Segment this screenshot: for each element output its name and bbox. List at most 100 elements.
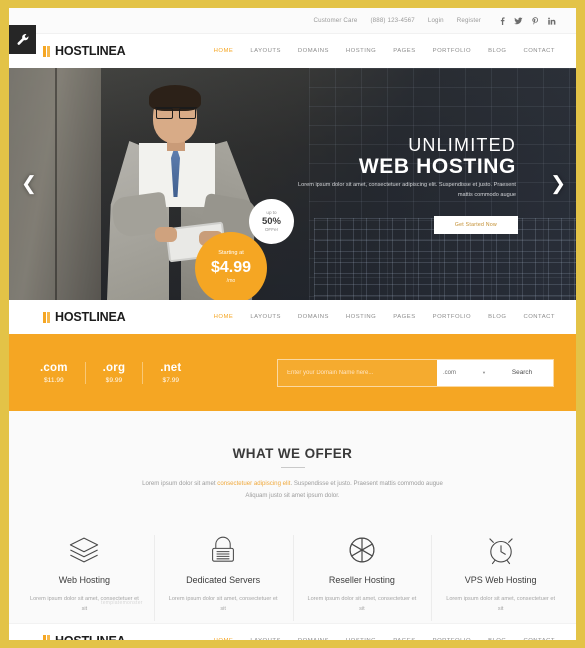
service-card-web-hosting[interactable]: Web Hosting Lorem ipsum dolor sit amet, … xyxy=(15,531,154,615)
twitter-icon[interactable] xyxy=(514,17,523,25)
service-title: Dedicated Servers xyxy=(186,575,261,585)
nav3-item-contact[interactable]: CONTACT xyxy=(523,638,555,641)
tld-name: .org xyxy=(102,361,126,374)
nav2-item-domains[interactable]: DOMAINS xyxy=(298,314,329,320)
nav2-item-portfolio[interactable]: PORTFOLIO xyxy=(433,314,471,320)
chevron-left-icon[interactable]: ❮ xyxy=(21,175,37,194)
tld-select-value: .com xyxy=(443,369,457,376)
nav3-item-portfolio[interactable]: PORTFOLIO xyxy=(433,638,471,641)
secondary-nav: HOME LAYOUTS DOMAINS HOSTING PAGES PORTF… xyxy=(197,314,555,320)
tld-select-dropdown[interactable]: .com ▼ xyxy=(437,359,491,386)
site-logo-secondary[interactable]: HOSTLINEA xyxy=(43,310,126,324)
price-badge-amount: $4.99 xyxy=(210,259,252,277)
nav-item-pages[interactable]: PAGES xyxy=(393,48,415,54)
price-badge: Starting at $4.99 /mo xyxy=(195,232,267,300)
service-card-reseller-hosting[interactable]: Reseller Hosting Lorem ipsum dolor sit a… xyxy=(292,531,432,621)
hero-paragraph: Lorem ipsum dolor sit amet, consectetuer… xyxy=(298,182,516,199)
hero-headline-line1: UNLIMITED xyxy=(408,135,516,155)
nav3-item-hosting[interactable]: HOSTING xyxy=(346,638,376,641)
hero-heading: UNLIMITED WEB HOSTING xyxy=(359,136,516,179)
social-links xyxy=(491,16,556,25)
nav2-item-hosting[interactable]: HOSTING xyxy=(346,314,376,320)
footer-navbar: HOSTLINEA HOME LAYOUTS DOMAINS HOSTING P… xyxy=(9,623,576,640)
logo-bars-icon xyxy=(43,45,51,57)
service-card-vps-web-hosting[interactable]: VPS Web Hosting Lorem ipsum dolor sit am… xyxy=(431,531,570,621)
lock-icon xyxy=(166,531,281,569)
price-badge-top: Starting at xyxy=(218,250,244,257)
nav2-item-blog[interactable]: BLOG xyxy=(488,314,506,320)
secondary-navbar: HOSTLINEA HOME LAYOUTS DOMAINS HOSTING P… xyxy=(9,300,576,334)
nav2-item-pages[interactable]: PAGES xyxy=(393,314,415,320)
domain-search-button[interactable]: Search xyxy=(491,359,553,386)
nav-item-blog[interactable]: BLOG xyxy=(488,48,506,54)
nav-item-contact[interactable]: CONTACT xyxy=(523,48,555,54)
chevron-down-icon: ▼ xyxy=(482,370,486,375)
primary-nav: HOME LAYOUTS DOMAINS HOSTING PAGES PORTF… xyxy=(197,48,555,54)
domain-search-group: .com ▼ Search xyxy=(277,358,554,387)
phone-number[interactable]: (888) 123-4567 xyxy=(370,17,414,24)
linkedin-icon[interactable] xyxy=(548,17,556,25)
nav-item-layouts[interactable]: LAYOUTS xyxy=(250,48,281,54)
tld-item-com: .com $11.99 xyxy=(31,361,86,384)
nav-item-hosting[interactable]: HOSTING xyxy=(346,48,376,54)
service-title: Web Hosting xyxy=(58,575,111,585)
customer-care-label: Customer Care xyxy=(313,17,358,24)
layers-icon xyxy=(27,531,142,569)
tld-name: .net xyxy=(160,361,182,374)
brand-name: HOSTLINEA xyxy=(55,310,126,324)
login-link[interactable]: Login xyxy=(428,17,444,24)
alarm-clock-icon xyxy=(443,531,558,569)
tld-name: .com xyxy=(40,361,68,374)
hero-cta-button[interactable]: Get Started Now xyxy=(433,216,518,234)
nav3-item-layouts[interactable]: LAYOUTS xyxy=(250,638,281,641)
site-frame: Customer Care (888) 123-4567 Login Regis… xyxy=(9,8,576,640)
nav2-item-layouts[interactable]: LAYOUTS xyxy=(250,314,281,320)
service-desc: Lorem ipsum dolor sit amet, consectetuer… xyxy=(29,596,139,613)
nav3-item-pages[interactable]: PAGES xyxy=(393,638,415,641)
brand-name: HOSTLINEA xyxy=(55,634,126,641)
tld-item-org: .org $9.99 xyxy=(86,361,144,384)
wrench-icon[interactable] xyxy=(9,25,36,54)
discount-badge-value: 50% xyxy=(261,215,281,227)
site-logo[interactable]: HOSTLINEA xyxy=(43,44,126,58)
domain-search-bar: .com $11.99 .org $9.99 .net $7.99 .com ▼ xyxy=(9,334,576,411)
nav3-item-domains[interactable]: DOMAINS xyxy=(298,638,329,641)
domain-search-input[interactable] xyxy=(278,359,437,386)
subtitle-highlight: consectetuer adipiscing elit xyxy=(217,480,291,487)
service-desc: Lorem ipsum dolor sit amet, consectetuer… xyxy=(446,596,556,613)
section-subtitle: Lorem ipsum dolor sit amet consectetuer … xyxy=(140,478,446,502)
subtitle-part1: Lorem ipsum dolor sit amet xyxy=(142,480,218,487)
aperture-icon xyxy=(305,531,420,569)
nav-item-domains[interactable]: DOMAINS xyxy=(298,48,329,54)
brand-name: HOSTLINEA xyxy=(55,44,126,58)
nav-item-portfolio[interactable]: PORTFOLIO xyxy=(433,48,471,54)
tld-price: $9.99 xyxy=(105,376,123,384)
header-navbar: HOSTLINEA HOME LAYOUTS DOMAINS HOSTING P… xyxy=(9,34,576,68)
price-badge-period: /mo xyxy=(226,278,236,285)
register-link[interactable]: Register xyxy=(457,17,481,24)
logo-bars-icon xyxy=(43,635,51,640)
nav2-item-contact[interactable]: CONTACT xyxy=(523,314,555,320)
top-utility-bar: Customer Care (888) 123-4567 Login Regis… xyxy=(9,8,576,34)
hero-headline-line2: WEB HOSTING xyxy=(358,155,516,178)
footer-nav-menu: HOME LAYOUTS DOMAINS HOSTING PAGES PORTF… xyxy=(197,638,555,641)
tld-item-net: .net $7.99 xyxy=(143,362,198,384)
nav2-item-home[interactable]: HOME xyxy=(214,314,234,320)
discount-badge-bottom: OFFer xyxy=(264,227,279,233)
chevron-right-icon[interactable]: ❯ xyxy=(550,175,566,194)
services-grid: Web Hosting Lorem ipsum dolor sit amet, … xyxy=(9,523,576,623)
service-card-dedicated-servers[interactable]: Dedicated Servers Lorem ipsum dolor sit … xyxy=(153,531,293,621)
hero-slider: up to 50% OFFer Starting at $4.99 /mo UN… xyxy=(9,68,576,300)
nav3-item-blog[interactable]: BLOG xyxy=(488,638,506,641)
service-desc: Lorem ipsum dolor sit amet, consectetuer… xyxy=(168,596,278,613)
site-logo-footer[interactable]: HOSTLINEA xyxy=(43,634,126,641)
nav3-item-home[interactable]: HOME xyxy=(214,638,234,641)
tld-price: $7.99 xyxy=(162,376,180,384)
nav-item-home[interactable]: HOME xyxy=(214,48,234,54)
pinterest-icon[interactable] xyxy=(532,16,539,25)
page-root: Customer Care (888) 123-4567 Login Regis… xyxy=(0,0,585,648)
offer-section: WHAT WE OFFER Lorem ipsum dolor sit amet… xyxy=(9,411,576,523)
discount-badge: up to 50% OFFer xyxy=(249,199,294,244)
facebook-icon[interactable] xyxy=(500,16,505,25)
service-desc: Lorem ipsum dolor sit amet, consectetuer… xyxy=(307,596,417,613)
